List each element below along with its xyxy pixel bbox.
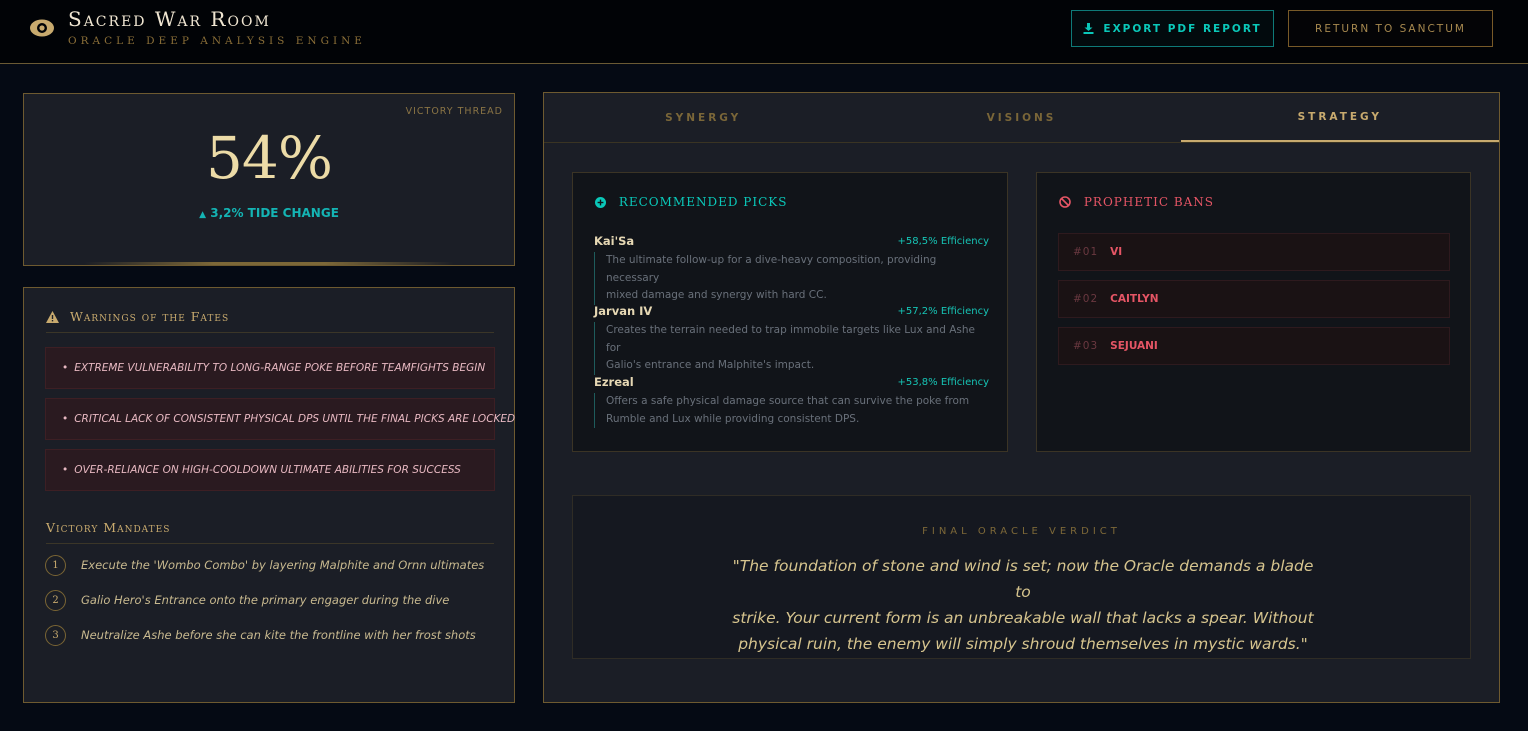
- bullet-icon: •: [62, 362, 69, 374]
- victory-thread-label: VICTORY THREAD: [405, 106, 503, 117]
- download-icon: [1083, 23, 1094, 34]
- warnings-title: Warnings of the Fates: [69, 309, 230, 324]
- victory-thread-panel: VICTORY THREAD 54% ▲ 3,2% TIDE CHANGE: [23, 93, 515, 266]
- tab-visions[interactable]: VISIONS: [862, 93, 1180, 142]
- pick-desc-line: Rumble and Lux while providing consisten…: [606, 412, 860, 425]
- ban-icon: [1059, 196, 1071, 208]
- bullet-icon: •: [62, 464, 69, 476]
- app-title: Sacred War Room: [68, 7, 271, 31]
- warning-text: CRITICAL LACK OF CONSISTENT PHYSICAL DPS…: [74, 413, 516, 425]
- warning-item: • CRITICAL LACK OF CONSISTENT PHYSICAL D…: [45, 398, 515, 440]
- tide-change-text: 3,2% TIDE CHANGE: [210, 206, 339, 220]
- mandates-title: Victory Mandates: [46, 520, 171, 535]
- picks-title: RECOMMENDED PICKS: [618, 195, 788, 209]
- app-subtitle: ORACLE DEEP ANALYSIS ENGINE: [68, 35, 366, 47]
- mandate-number: 3: [45, 624, 66, 646]
- verdict-quote: "The foundation of stone and wind is set…: [728, 553, 1318, 657]
- recommended-picks-card: RECOMMENDED PICKS Kai'Sa +58,5% Efficien…: [572, 172, 1008, 452]
- export-pdf-button[interactable]: EXPORT PDF REPORT: [1071, 10, 1274, 47]
- mandate-text: Execute the 'Wombo Combo' by layering Ma…: [81, 558, 485, 572]
- warnings-panel: Warnings of the Fates • EXTREME VULNERAB…: [23, 287, 515, 703]
- tide-change: ▲ 3,2% TIDE CHANGE: [24, 206, 514, 220]
- warning-item: • EXTREME VULNERABILITY TO LONG-RANGE PO…: [45, 347, 495, 389]
- tab-bar: SYNERGY VISIONS STRATEGY: [544, 93, 1499, 143]
- victory-percentage: 54%: [206, 124, 333, 192]
- ban-number: #02: [1073, 293, 1099, 305]
- bans-heading: PROPHETIC BANS: [1059, 195, 1214, 209]
- warning-text: OVER-RELIANCE ON HIGH-COOLDOWN ULTIMATE …: [74, 464, 461, 476]
- pick-description: Creates the terrain needed to trap immob…: [594, 322, 989, 375]
- mandate-number: 1: [45, 554, 66, 576]
- warning-icon: [46, 311, 59, 323]
- ban-item: #03 SEJUANI: [1058, 327, 1450, 365]
- pick-efficiency: +53,8% Efficiency: [897, 377, 990, 388]
- warnings-heading: Warnings of the Fates: [46, 309, 494, 333]
- mandate-item: 2 Galio Hero's Entrance onto the primary…: [45, 588, 495, 612]
- verdict-line: physical ruin, the enemy will simply shr…: [738, 635, 1308, 653]
- verdict-line: strike. Your current form is an unbreaka…: [732, 609, 1314, 627]
- prophetic-bans-card: PROPHETIC BANS #01 VI #02 CAITLYN #03 SE…: [1036, 172, 1471, 452]
- verdict-line: "The foundation of stone and wind is set…: [732, 557, 1314, 601]
- eye-icon: [30, 19, 54, 37]
- verdict-label: FINAL ORACLE VERDICT: [922, 526, 1121, 537]
- pick-desc-line: The ultimate follow-up for a dive-heavy …: [606, 254, 937, 284]
- bullet-icon: •: [62, 413, 69, 425]
- ban-champion: SEJUANI: [1110, 340, 1158, 352]
- mandate-item: 1 Execute the 'Wombo Combo' by layering …: [45, 553, 495, 577]
- pick-desc-line: Offers a safe physical damage source tha…: [606, 395, 970, 407]
- tab-synergy[interactable]: SYNERGY: [544, 93, 862, 142]
- bans-title: PROPHETIC BANS: [1083, 195, 1215, 209]
- pick-description: Offers a safe physical damage source tha…: [594, 393, 989, 428]
- return-to-sanctum-button[interactable]: RETURN TO SANCTUM: [1288, 10, 1493, 47]
- ban-champion: VI: [1110, 246, 1123, 258]
- pick-efficiency: +57,2% Efficiency: [897, 306, 990, 317]
- pick-efficiency: +58,5% Efficiency: [897, 236, 990, 247]
- ban-number: #01: [1073, 246, 1099, 258]
- picks-heading: RECOMMENDED PICKS: [595, 195, 787, 209]
- warning-item: • OVER-RELIANCE ON HIGH-COOLDOWN ULTIMAT…: [45, 449, 495, 491]
- export-pdf-label: EXPORT PDF REPORT: [1103, 22, 1262, 35]
- mandate-item: 3 Neutralize Ashe before she can kite th…: [45, 623, 495, 647]
- ban-champion: CAITLYN: [1110, 293, 1159, 305]
- pick-item: Jarvan IV +57,2% Efficiency Creates the …: [594, 304, 989, 375]
- mandate-number: 2: [45, 589, 66, 611]
- analysis-tabs-panel: SYNERGY VISIONS STRATEGY RECOMMENDED PIC…: [543, 92, 1500, 703]
- mandates-heading: Victory Mandates: [46, 520, 494, 544]
- mandate-text: Neutralize Ashe before she can kite the …: [81, 628, 476, 642]
- pick-description: The ultimate follow-up for a dive-heavy …: [594, 252, 989, 305]
- header: Sacred War Room ORACLE DEEP ANALYSIS ENG…: [0, 0, 1528, 64]
- victory-glow-divider: [84, 262, 454, 265]
- trend-up-icon: ▲: [199, 210, 207, 220]
- pick-item: Ezreal +53,8% Efficiency Offers a safe p…: [594, 375, 989, 428]
- ban-number: #03: [1073, 340, 1099, 352]
- tab-strategy[interactable]: STRATEGY: [1180, 93, 1499, 142]
- pick-desc-line: Creates the terrain needed to trap immob…: [606, 324, 975, 354]
- ban-item: #02 CAITLYN: [1058, 280, 1450, 318]
- pick-desc-line: mixed damage and synergy with hard CC.: [606, 289, 827, 301]
- mandate-text: Galio Hero's Entrance onto the primary e…: [81, 593, 450, 607]
- warning-text: EXTREME VULNERABILITY TO LONG-RANGE POKE…: [74, 362, 486, 374]
- pick-item: Kai'Sa +58,5% Efficiency The ultimate fo…: [594, 234, 989, 305]
- plus-circle-icon: [595, 197, 606, 208]
- ban-item: #01 VI: [1058, 233, 1450, 271]
- return-label: RETURN TO SANCTUM: [1315, 22, 1466, 35]
- pick-desc-line: Galio's entrance and Malphite's impact.: [606, 359, 815, 371]
- final-verdict-card: FINAL ORACLE VERDICT "The foundation of …: [572, 495, 1471, 659]
